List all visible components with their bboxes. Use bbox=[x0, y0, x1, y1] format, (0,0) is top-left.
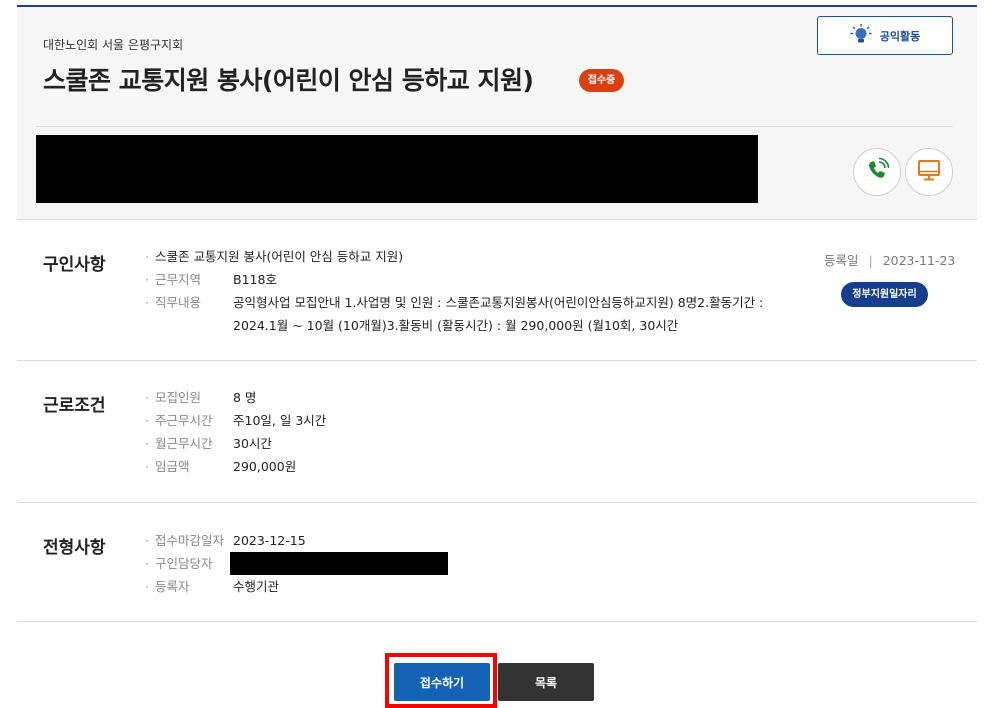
description-row-2: 2024.1월 ~ 10월 (10개월)3.활동비 (활동시간) : 월 290… bbox=[233, 315, 678, 337]
selection-heading: 전형사항 bbox=[43, 538, 106, 558]
redacted-contact bbox=[230, 552, 448, 575]
condition-value: 290,000원 bbox=[233, 459, 297, 474]
condition-row: · 모집인원 8 명 bbox=[145, 387, 256, 409]
registrant-value: 수행기관 bbox=[233, 579, 280, 594]
condition-label: 임금액 bbox=[155, 459, 190, 474]
conditions-section: 근로조건 · 모집인원 8 명 · 주근무시간 주10일, 일 3시간 · 월근… bbox=[17, 361, 977, 503]
redacted-block bbox=[36, 135, 758, 203]
registration-date: 등록일 | 2023-11-23 bbox=[824, 253, 956, 268]
deadline-label: 접수마감일자 bbox=[155, 533, 225, 548]
condition-value: 8 명 bbox=[233, 390, 257, 405]
phone-icon bbox=[864, 157, 890, 187]
job-type-badge: 정부지원일자리 bbox=[841, 282, 928, 307]
header-divider bbox=[36, 126, 953, 127]
organization-name: 대한노인회 서울 은평구지회 bbox=[43, 38, 184, 52]
monitor-icon bbox=[916, 157, 942, 187]
public-activity-button[interactable]: 공익활동 bbox=[817, 16, 953, 55]
conditions-heading: 근로조건 bbox=[43, 396, 106, 416]
deadline-value: 2023-12-15 bbox=[233, 533, 306, 548]
location-value: B118호 bbox=[233, 272, 277, 287]
condition-value: 주10일, 일 3시간 bbox=[233, 413, 327, 428]
description-row: · 직무내용 공익형사업 모집안내 1.사업명 및 인원 : 스쿨존교통지원봉사… bbox=[145, 292, 763, 314]
registrant-label: 등록자 bbox=[155, 579, 190, 594]
condition-label: 주근무시간 bbox=[155, 413, 213, 428]
condition-value: 30시간 bbox=[233, 436, 272, 451]
list-button[interactable]: 목록 bbox=[498, 663, 594, 701]
status-badge: 접수중 bbox=[579, 69, 624, 92]
description-label: 직무내용 bbox=[155, 295, 202, 310]
page-title: 스쿨존 교통지원 봉사(어린이 안심 등하교 지원) bbox=[43, 66, 534, 95]
registrant-row: · 등록자 수행기관 bbox=[145, 576, 279, 598]
location-row: · 근무지역 B118호 bbox=[145, 269, 277, 291]
description-line-2: 2024.1월 ~ 10월 (10개월)3.활동비 (활동시간) : 월 290… bbox=[233, 318, 679, 333]
lightbulb-icon bbox=[850, 23, 872, 49]
registration-date-value: 2023-11-23 bbox=[882, 253, 956, 268]
job-summary-row: · 스쿨존 교통지원 봉사(어린이 안심 등하교 지원) bbox=[145, 246, 403, 268]
public-activity-label: 공익활동 bbox=[879, 29, 921, 43]
contact-label: 구인담당자 bbox=[155, 556, 213, 571]
condition-row: · 임금액 290,000원 bbox=[145, 456, 296, 478]
description-line-1: 공익형사업 모집안내 1.사업명 및 인원 : 스쿨존교통지원봉사(어린이안심등… bbox=[233, 295, 764, 310]
phone-button[interactable] bbox=[853, 148, 901, 196]
apply-button[interactable]: 접수하기 bbox=[394, 663, 490, 701]
condition-label: 모집인원 bbox=[155, 390, 202, 405]
registration-date-label: 등록일 bbox=[824, 253, 859, 268]
job-info-section: 구인사항 · 스쿨존 교통지원 봉사(어린이 안심 등하교 지원) · 근무지역… bbox=[17, 219, 977, 361]
job-summary: 스쿨존 교통지원 봉사(어린이 안심 등하교 지원) bbox=[155, 249, 404, 264]
condition-row: · 월근무시간 30시간 bbox=[145, 433, 272, 455]
contact-row: · 구인담당자 bbox=[145, 553, 233, 575]
deadline-row: · 접수마감일자 2023-12-15 bbox=[145, 530, 306, 552]
condition-label: 월근무시간 bbox=[155, 436, 213, 451]
condition-row: · 주근무시간 주10일, 일 3시간 bbox=[145, 410, 326, 432]
online-apply-button[interactable] bbox=[905, 148, 953, 196]
location-label: 근무지역 bbox=[155, 272, 202, 287]
selection-section: 전형사항 · 접수마감일자 2023-12-15 · 구인담당자 · 등록자 수… bbox=[17, 503, 977, 622]
job-info-heading: 구인사항 bbox=[43, 255, 106, 275]
